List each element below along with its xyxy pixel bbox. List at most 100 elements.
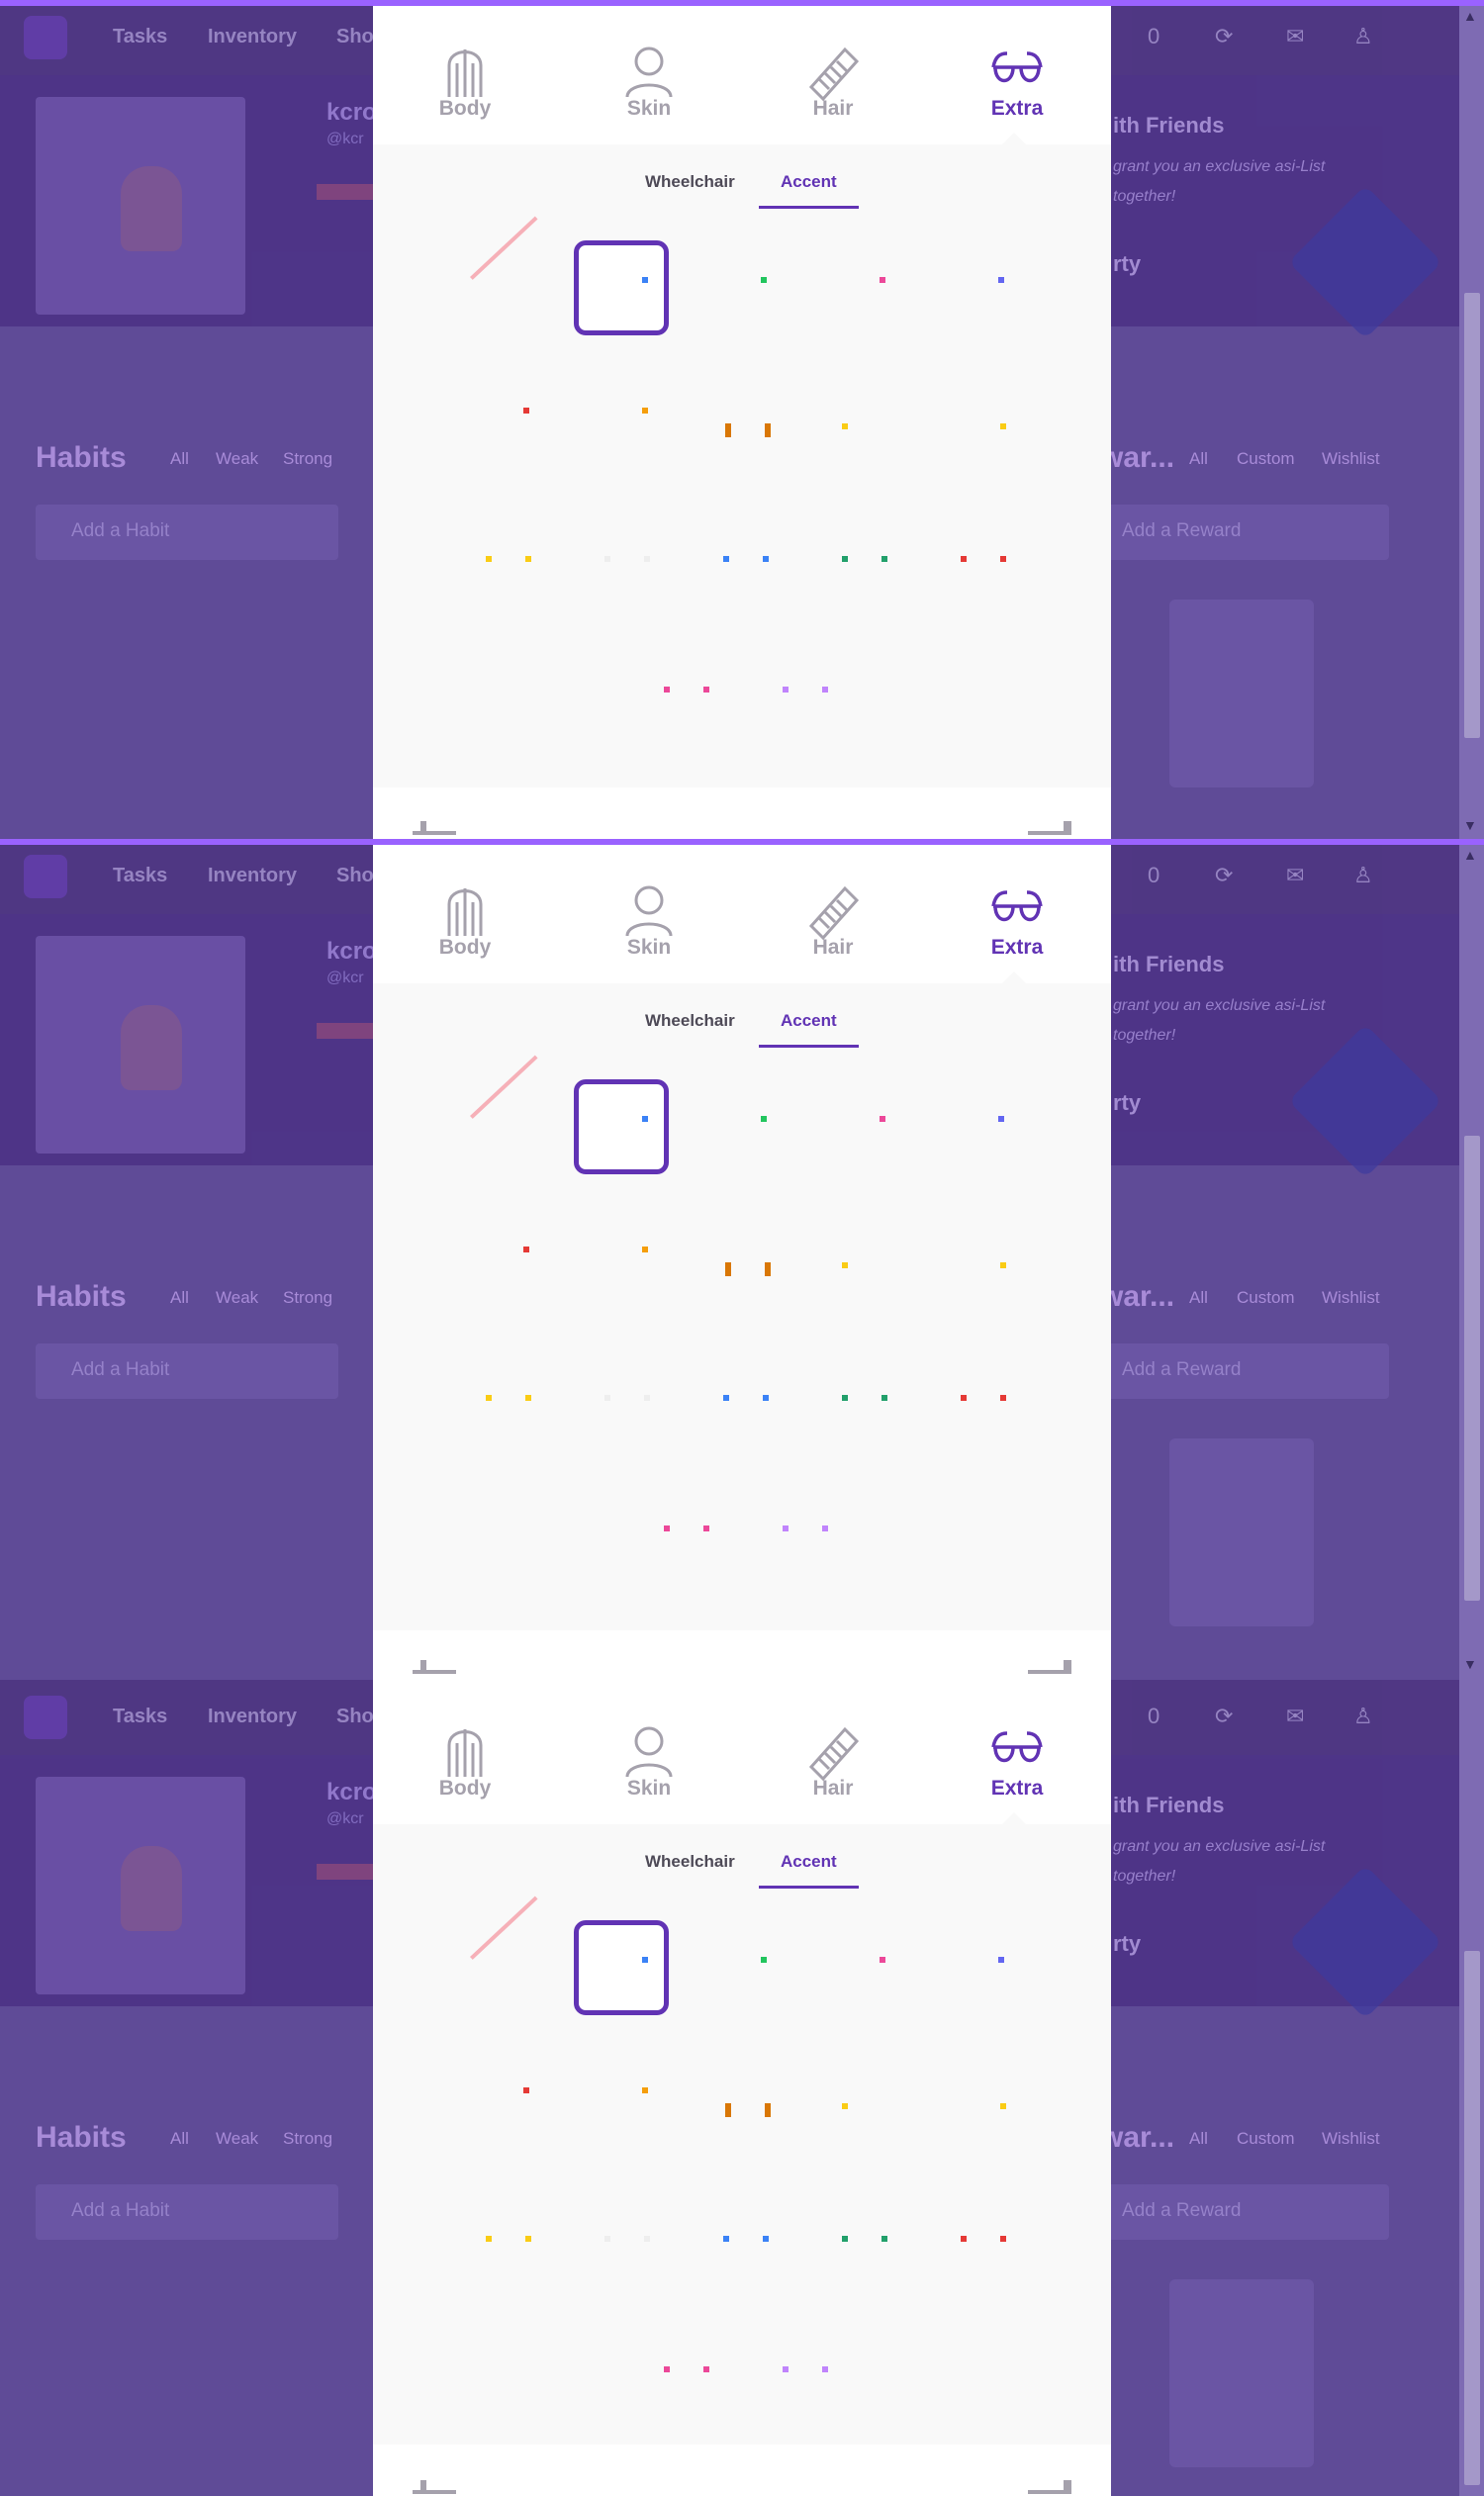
nav-inventory[interactable]: Inventory bbox=[208, 865, 297, 887]
accent-option-indigo[interactable] bbox=[998, 1957, 1004, 1963]
notifications-icon[interactable]: ✉ bbox=[1286, 1704, 1304, 1729]
user-menu-icon[interactable]: ♙ bbox=[1353, 24, 1373, 49]
accent-option-orange[interactable] bbox=[642, 2087, 648, 2093]
accent-option-yellow-a[interactable] bbox=[842, 2103, 848, 2109]
accent-option-red[interactable] bbox=[523, 1247, 529, 1252]
accent-option-pink-b[interactable] bbox=[703, 2366, 709, 2372]
accent-option-red-b[interactable] bbox=[1000, 2236, 1006, 2242]
accent-option-green-b[interactable] bbox=[881, 2236, 887, 2242]
rewards-filter-all[interactable]: All bbox=[1189, 2129, 1208, 2149]
accent-option-yellow-b[interactable] bbox=[1000, 423, 1006, 429]
party-link[interactable]: rty bbox=[1113, 1090, 1141, 1116]
accent-option-indigo[interactable] bbox=[998, 1116, 1004, 1122]
rewards-filter-custom[interactable]: Custom bbox=[1237, 2129, 1295, 2149]
accent-option-yellow-d[interactable] bbox=[525, 1395, 531, 1401]
user-menu-icon[interactable]: ♙ bbox=[1353, 863, 1373, 888]
accent-option-green-b[interactable] bbox=[881, 1395, 887, 1401]
accent-option-white-a[interactable] bbox=[604, 1395, 610, 1401]
accent-option-selected[interactable] bbox=[574, 1079, 669, 1174]
accent-option-red-b[interactable] bbox=[1000, 556, 1006, 562]
nav-shops[interactable]: Sho bbox=[336, 1706, 374, 1728]
habits-filter-weak[interactable]: Weak bbox=[216, 449, 258, 469]
accent-option-yellow-c[interactable] bbox=[486, 1395, 492, 1401]
accent-option-red-a[interactable] bbox=[961, 556, 967, 562]
accent-option-red-a[interactable] bbox=[961, 1395, 967, 1401]
accent-option-purple-a[interactable] bbox=[783, 2366, 788, 2372]
add-reward-input[interactable]: Add a Reward bbox=[1086, 1343, 1389, 1399]
rewards-filter-wishlist[interactable]: Wishlist bbox=[1322, 2129, 1380, 2149]
accent-option-yellow-c[interactable] bbox=[486, 556, 492, 562]
scroll-up-icon[interactable]: ▲ bbox=[1463, 8, 1477, 24]
avatar[interactable] bbox=[36, 1777, 245, 1994]
accent-option-purple-b[interactable] bbox=[822, 2366, 828, 2372]
accent-option-yellow-b[interactable] bbox=[1000, 1262, 1006, 1268]
scroll-down-icon[interactable]: ▼ bbox=[1463, 817, 1477, 833]
accent-option-white-b[interactable] bbox=[644, 1395, 650, 1401]
sync-icon[interactable]: ⟳ bbox=[1215, 1704, 1233, 1729]
accent-option-yellow-d[interactable] bbox=[525, 556, 531, 562]
nav-shops[interactable]: Sho bbox=[336, 26, 374, 48]
accent-option-green[interactable] bbox=[761, 1116, 767, 1122]
accent-option-orange[interactable] bbox=[642, 408, 648, 414]
accent-option-white-a[interactable] bbox=[604, 556, 610, 562]
scroll-down-icon[interactable]: ▼ bbox=[1463, 1656, 1477, 1672]
rewards-filter-wishlist[interactable]: Wishlist bbox=[1322, 1288, 1380, 1308]
accent-option-green-a[interactable] bbox=[842, 1395, 848, 1401]
accent-none-option[interactable] bbox=[470, 1895, 538, 1960]
accent-option-amber-b[interactable] bbox=[765, 2103, 771, 2117]
accent-option-red-b[interactable] bbox=[1000, 1395, 1006, 1401]
accent-option-blue-b[interactable] bbox=[763, 556, 769, 562]
accent-option-pink[interactable] bbox=[880, 1957, 885, 1963]
nav-tasks[interactable]: Tasks bbox=[113, 865, 167, 887]
accent-option-purple-a[interactable] bbox=[783, 1525, 788, 1531]
nav-tasks[interactable]: Tasks bbox=[113, 26, 167, 48]
accent-option-green-a[interactable] bbox=[842, 2236, 848, 2242]
scrollbar-thumb[interactable] bbox=[1464, 1136, 1480, 1601]
accent-option-pink[interactable] bbox=[880, 1116, 885, 1122]
accent-option-red[interactable] bbox=[523, 2087, 529, 2093]
accent-option-amber-b[interactable] bbox=[765, 1262, 771, 1276]
nav-inventory[interactable]: Inventory bbox=[208, 1706, 297, 1728]
accent-option-selected[interactable] bbox=[574, 1920, 669, 2015]
rewards-filter-wishlist[interactable]: Wishlist bbox=[1322, 449, 1380, 469]
habits-filter-all[interactable]: All bbox=[170, 2129, 189, 2149]
add-habit-input[interactable]: Add a Habit bbox=[36, 2184, 338, 2240]
habits-filter-all[interactable]: All bbox=[170, 449, 189, 469]
accent-option-green[interactable] bbox=[761, 1957, 767, 1963]
accent-option-blue-b[interactable] bbox=[763, 2236, 769, 2242]
accent-option-pink-b[interactable] bbox=[703, 687, 709, 693]
accent-option-white-a[interactable] bbox=[604, 2236, 610, 2242]
accent-none-option[interactable] bbox=[470, 216, 538, 280]
reward-card[interactable] bbox=[1169, 1438, 1314, 1626]
accent-option-red-a[interactable] bbox=[961, 2236, 967, 2242]
add-reward-input[interactable]: Add a Reward bbox=[1086, 2184, 1389, 2240]
habits-filter-strong[interactable]: Strong bbox=[283, 1288, 332, 1308]
rewards-filter-all[interactable]: All bbox=[1189, 449, 1208, 469]
accent-option-yellow-a[interactable] bbox=[842, 423, 848, 429]
accent-option-indigo[interactable] bbox=[998, 277, 1004, 283]
accent-option-green[interactable] bbox=[761, 277, 767, 283]
accent-option-green-b[interactable] bbox=[881, 556, 887, 562]
rewards-filter-custom[interactable]: Custom bbox=[1237, 1288, 1295, 1308]
accent-option-blue-a[interactable] bbox=[723, 556, 729, 562]
accent-option-blue[interactable] bbox=[642, 1116, 648, 1122]
habits-filter-weak[interactable]: Weak bbox=[216, 1288, 258, 1308]
accent-option-green-a[interactable] bbox=[842, 556, 848, 562]
avatar[interactable] bbox=[36, 936, 245, 1154]
avatar[interactable] bbox=[36, 97, 245, 315]
add-habit-input[interactable]: Add a Habit bbox=[36, 1343, 338, 1399]
scroll-up-icon[interactable]: ▲ bbox=[1463, 847, 1477, 863]
party-link[interactable]: rty bbox=[1113, 251, 1141, 277]
scrollbar-thumb[interactable] bbox=[1464, 1951, 1480, 2485]
nav-tasks[interactable]: Tasks bbox=[113, 1706, 167, 1728]
notifications-icon[interactable]: ✉ bbox=[1286, 863, 1304, 888]
reward-card[interactable] bbox=[1169, 2279, 1314, 2467]
accent-option-pink-a[interactable] bbox=[664, 687, 670, 693]
accent-option-pink[interactable] bbox=[880, 277, 885, 283]
accent-option-red[interactable] bbox=[523, 408, 529, 414]
habits-filter-all[interactable]: All bbox=[170, 1288, 189, 1308]
accent-option-yellow-d[interactable] bbox=[525, 2236, 531, 2242]
accent-option-blue[interactable] bbox=[642, 1957, 648, 1963]
habits-filter-strong[interactable]: Strong bbox=[283, 449, 332, 469]
accent-option-purple-b[interactable] bbox=[822, 1525, 828, 1531]
